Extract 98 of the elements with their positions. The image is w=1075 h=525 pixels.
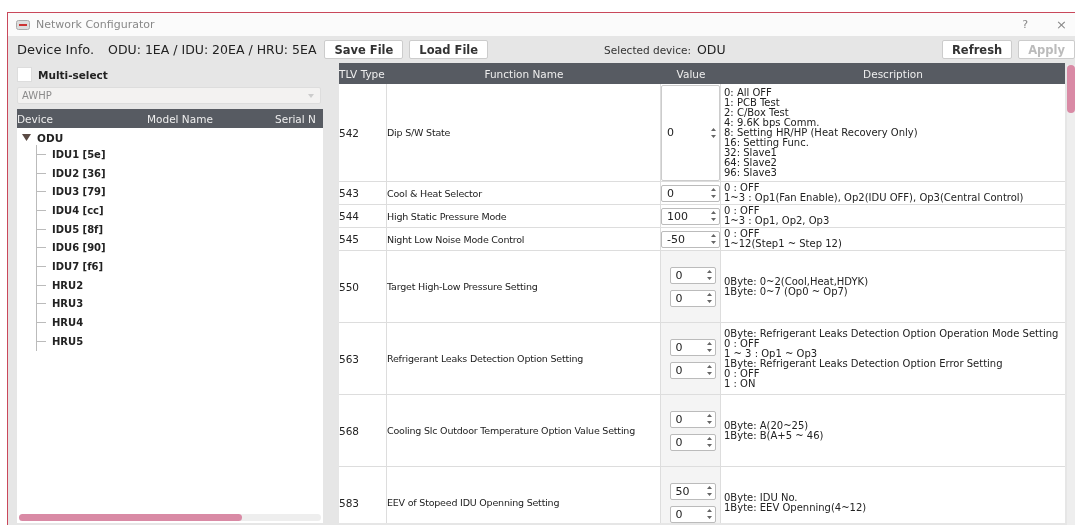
description-line: 1 : ON xyxy=(724,378,756,389)
column-header: Description xyxy=(862,67,924,80)
tree-item[interactable]: IDU5 [8f] xyxy=(52,223,104,235)
tlv-cell: 545 xyxy=(339,228,387,251)
description-line: 1~12(Step1 ~ Step 12) xyxy=(724,239,842,249)
description-line: 0 : OFF xyxy=(724,368,760,379)
description-line: 0 : OFF xyxy=(724,183,760,193)
tree-item[interactable]: IDU2 [36] xyxy=(52,167,106,179)
multi-select-checkbox[interactable] xyxy=(17,67,32,82)
tlv-cell: 544 xyxy=(339,205,387,228)
spin-box[interactable]: -50 xyxy=(661,230,720,248)
tree-item[interactable]: IDU3 [79] xyxy=(52,186,106,198)
description-line: 1~3 : Op1, Op2, Op3 xyxy=(724,216,830,226)
close-button[interactable]: × xyxy=(1056,17,1067,32)
description-line: 16: Setting Func. xyxy=(724,137,809,148)
column-header: Model Name xyxy=(147,112,214,125)
tlv-cell: 568 xyxy=(339,395,387,467)
spin-arrows-icon[interactable] xyxy=(710,186,717,200)
multi-select-label: Multi-select xyxy=(38,68,108,81)
description-line: 1~3 : Op1(Fan Enable), Op2(IDU OFF), Op3(Central Control) xyxy=(724,193,1024,203)
description-line: 2: C/Box Test xyxy=(724,107,789,118)
spin-box[interactable]: 0 xyxy=(669,289,716,307)
tree-item[interactable]: IDU7 [f6] xyxy=(52,260,104,272)
description-line: 64: Slave2 xyxy=(724,157,777,168)
app-icon xyxy=(16,19,30,30)
tree-item[interactable]: HRU4 xyxy=(52,317,84,329)
spin-box[interactable]: 0 xyxy=(669,338,716,356)
tlv-cell: 563 xyxy=(339,323,387,395)
help-button[interactable]: ? xyxy=(1022,18,1029,31)
spin-arrows-icon[interactable] xyxy=(705,291,713,305)
description-line: 96: Slave3 xyxy=(724,167,777,178)
tlv-cell: 543 xyxy=(339,182,387,205)
selected-device-label: Selected device: xyxy=(604,43,691,56)
tree-item[interactable]: IDU4 [cc] xyxy=(52,204,104,216)
spin-arrows-icon[interactable] xyxy=(705,268,713,282)
load-file-button[interactable]: Load File xyxy=(409,40,489,59)
spin-arrows-icon[interactable] xyxy=(710,232,717,246)
spin-arrows-icon[interactable] xyxy=(705,507,713,521)
save-file-button[interactable]: Save File xyxy=(324,40,404,59)
description-line: 0Byte: IDU No. xyxy=(724,492,798,503)
description-line: 0Byte: 0~2(Cool,Heat,HDYK) xyxy=(724,276,869,287)
description-line: 0 : OFF xyxy=(724,338,760,349)
spin-box[interactable]: 0 xyxy=(669,505,716,523)
selected-device-value: ODU xyxy=(697,42,727,57)
window-title: Network Configurator xyxy=(36,18,155,31)
spin-arrows-icon[interactable] xyxy=(705,363,713,377)
description-line: 8: Setting HR/HP (Heat Recovery Only) xyxy=(724,127,918,138)
description-line: 1 ~ 3 : Op1 ~ Op3 xyxy=(724,348,818,359)
function-name-cell: High Static Pressure Mode xyxy=(387,205,661,228)
spin-box[interactable]: 0 xyxy=(669,266,716,284)
device-info-text: ODU: 1EA / IDU: 20EA / HRU: 5EA xyxy=(108,42,317,57)
description-line: 1Byte: B(A+5 ~ 46) xyxy=(724,430,824,441)
tree-item[interactable]: IDU6 [90] xyxy=(52,242,106,254)
device-info-label: Device Info. xyxy=(17,42,95,57)
caret-icon xyxy=(308,93,314,98)
scrollbar-thumb[interactable] xyxy=(1067,65,1075,113)
tree-item[interactable]: ODU xyxy=(37,131,64,144)
function-name-cell: Night Low Noise Mode Control xyxy=(387,228,661,251)
column-header: Function Name xyxy=(483,67,565,80)
column-header: Serial N xyxy=(275,112,317,125)
spin-arrows-icon[interactable] xyxy=(705,412,713,426)
description-line: 1Byte: 0~7 (Op0 ~ Op7) xyxy=(724,286,848,297)
description-line: 32: Slave1 xyxy=(724,147,777,158)
description-line: 0Byte: Refrigerant Leaks Detection Option Operation Mode Setting xyxy=(724,328,1059,339)
description-line: 0Byte: A(20~25) xyxy=(724,420,809,431)
refresh-button[interactable]: Refresh xyxy=(942,40,1013,59)
description-line: 0 : OFF xyxy=(724,206,760,216)
spin-box[interactable]: 0 xyxy=(669,410,716,428)
spin-box[interactable]: 100 xyxy=(661,207,720,225)
description-line: 0 : OFF xyxy=(724,229,760,239)
spin-arrows-icon[interactable] xyxy=(705,484,713,498)
spin-box[interactable]: 0 xyxy=(661,84,720,181)
function-name-cell: Cool & Heat Selector xyxy=(387,182,661,205)
spin-box[interactable]: 50 xyxy=(669,482,716,500)
spin-box[interactable]: 0 xyxy=(669,433,716,451)
spin-box[interactable]: 0 xyxy=(661,184,720,202)
description-line: 1Byte: Refrigerant Leaks Detection Option Error Setting xyxy=(724,358,1003,369)
tree-item[interactable]: HRU3 xyxy=(52,298,84,310)
description-line: 4: 9.6K bps Comm. xyxy=(724,117,820,128)
scrollbar-thumb[interactable] xyxy=(19,514,243,521)
spin-box[interactable]: 0 xyxy=(669,361,716,379)
tlv-cell: 550 xyxy=(339,251,387,323)
spin-arrows-icon[interactable] xyxy=(705,340,713,354)
description-line: 1Byte: EEV Openning(4~12) xyxy=(724,502,867,513)
tree-item[interactable]: IDU1 [5e] xyxy=(52,148,106,160)
tree-item[interactable]: HRU2 xyxy=(52,279,84,291)
spin-arrows-icon[interactable] xyxy=(710,125,717,140)
description-line: 0: All OFF xyxy=(724,87,772,98)
spin-arrows-icon[interactable] xyxy=(710,209,717,223)
expander-icon[interactable] xyxy=(22,134,31,141)
column-header: TLV Type xyxy=(339,67,386,80)
spin-arrows-icon[interactable] xyxy=(705,435,713,449)
column-header: Device xyxy=(17,112,54,125)
description-line: 1: PCB Test xyxy=(724,97,780,108)
tlv-cell: 583 xyxy=(339,467,387,523)
tlv-cell: 542 xyxy=(339,84,387,182)
column-header: Value xyxy=(675,67,707,80)
tree-item[interactable]: HRU5 xyxy=(52,335,84,347)
